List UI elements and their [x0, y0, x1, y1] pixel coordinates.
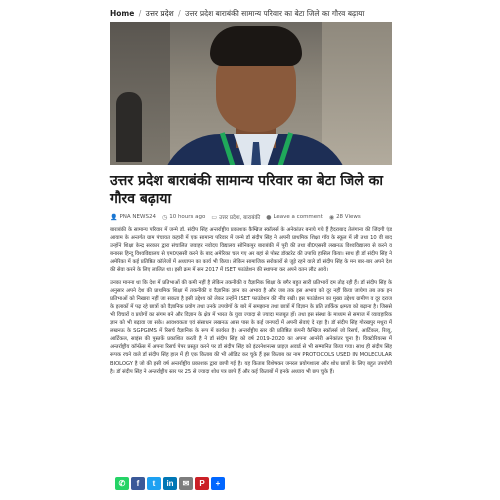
eye-icon: ◉ [328, 213, 335, 221]
category-links[interactable]: उत्तर प्रदेश, बाराबंकी [219, 213, 260, 221]
article-paragraph: उनका मानना था कि देश में प्रतिभाओं की कम… [110, 279, 392, 375]
comment-icon: ● [266, 213, 272, 221]
breadcrumb-separator: / [178, 9, 181, 18]
linkedin-share-button[interactable]: in [163, 477, 177, 490]
email-icon: ✉ [182, 479, 190, 488]
whatsapp-icon: ✆ [118, 479, 126, 488]
user-icon: 👤 [110, 213, 118, 221]
pinterest-share-button[interactable]: P [195, 477, 209, 490]
meta-comment[interactable]: ● Leave a comment [266, 214, 323, 221]
breadcrumb: Home / उत्तर प्रदेश / उत्तर प्रदेश बाराब… [110, 9, 440, 19]
email-share-button[interactable]: ✉ [179, 477, 193, 490]
author-name[interactable]: PNA NEWS24 [119, 214, 155, 220]
twitter-icon: t [152, 479, 156, 488]
whatsapp-share-button[interactable]: ✆ [115, 477, 129, 490]
breadcrumb-category-link[interactable]: उत्तर प्रदेश [146, 9, 174, 18]
breadcrumb-separator: / [138, 9, 142, 18]
linkedin-icon: in [166, 479, 174, 488]
post-time: 10 hours ago [169, 214, 206, 220]
view-count: 28 Views [336, 214, 361, 220]
facebook-icon: f [136, 479, 140, 488]
pinterest-icon: P [199, 479, 205, 488]
article-title: उत्तर प्रदेश बाराबंकी सामान्य परिवार का … [110, 173, 384, 207]
breadcrumb-home-link[interactable]: Home [110, 9, 134, 18]
share-bar: ✆ f t in ✉ P + [115, 477, 225, 490]
facebook-share-button[interactable]: f [131, 477, 145, 490]
meta-time: ◷ 10 hours ago [162, 214, 205, 221]
article-paragraph: बाराबंकी के सामान्य परिवार में जन्मे डॉ.… [110, 227, 392, 274]
article-meta: 👤 PNA NEWS24 ◷ 10 hours ago ▭ उत्तर प्रदेश,… [110, 212, 392, 222]
meta-categories[interactable]: ▭ उत्तर प्रदेश, बाराबंकी [211, 213, 260, 222]
clock-icon: ◷ [161, 213, 168, 221]
article-body: बाराबंकी के सामान्य परिवार में जन्मे डॉ.… [110, 226, 392, 470]
meta-author[interactable]: 👤 PNA NEWS24 [110, 214, 156, 221]
breadcrumb-current: उत्तर प्रदेश बाराबंकी सामान्य परिवार का … [185, 9, 365, 18]
more-share-button[interactable]: + [211, 477, 225, 490]
plus-icon: + [215, 479, 221, 488]
twitter-share-button[interactable]: t [147, 477, 161, 490]
leave-comment-link[interactable]: Leave a comment [273, 214, 322, 220]
folder-icon: ▭ [211, 213, 218, 221]
featured-image [110, 22, 392, 165]
meta-views: ◉ 28 Views [329, 214, 361, 221]
